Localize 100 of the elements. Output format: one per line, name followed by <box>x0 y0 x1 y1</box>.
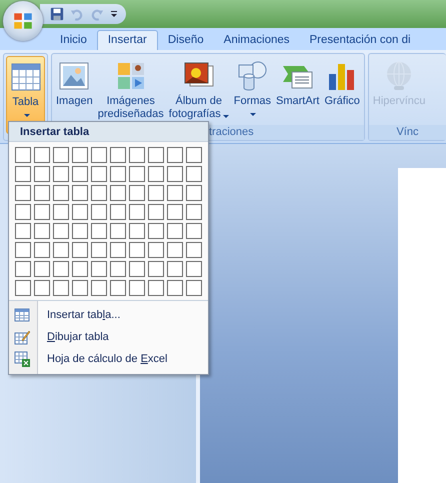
grid-cell[interactable] <box>148 223 164 239</box>
menu-title: Insertar tabla <box>9 122 208 142</box>
grid-cell[interactable] <box>53 223 69 239</box>
grid-cell[interactable] <box>15 204 31 220</box>
grid-cell[interactable] <box>167 280 183 296</box>
grid-cell[interactable] <box>15 242 31 258</box>
grid-cell[interactable] <box>72 280 88 296</box>
grid-cell[interactable] <box>72 204 88 220</box>
grid-cell[interactable] <box>129 280 145 296</box>
menu-item[interactable]: Hoja de cálculo de Excel <box>9 348 208 370</box>
grid-cell[interactable] <box>53 147 69 163</box>
ribbon-button[interactable]: SmartArt <box>274 56 322 111</box>
grid-cell[interactable] <box>186 166 202 182</box>
grid-cell[interactable] <box>186 261 202 277</box>
shapes-icon <box>236 60 268 92</box>
save-icon[interactable] <box>50 7 64 21</box>
grid-cell[interactable] <box>15 185 31 201</box>
grid-cell[interactable] <box>91 242 107 258</box>
grid-cell[interactable] <box>53 166 69 182</box>
ribbon-button[interactable]: Formas <box>232 56 274 121</box>
grid-cell[interactable] <box>129 166 145 182</box>
ribbon-button[interactable]: Imagen <box>54 56 95 111</box>
grid-cell[interactable] <box>110 166 126 182</box>
grid-cell[interactable] <box>167 261 183 277</box>
grid-cell[interactable] <box>110 147 126 163</box>
grid-cell[interactable] <box>72 242 88 258</box>
grid-cell[interactable] <box>34 185 50 201</box>
grid-cell[interactable] <box>129 147 145 163</box>
grid-cell[interactable] <box>53 242 69 258</box>
grid-cell[interactable] <box>72 185 88 201</box>
grid-cell[interactable] <box>148 242 164 258</box>
grid-cell[interactable] <box>148 204 164 220</box>
grid-cell[interactable] <box>91 147 107 163</box>
grid-cell[interactable] <box>148 147 164 163</box>
ribbon-tab[interactable]: Presentación con di <box>300 31 413 50</box>
ribbon-tab[interactable]: Diseño <box>158 31 214 50</box>
grid-cell[interactable] <box>110 223 126 239</box>
grid-cell[interactable] <box>34 242 50 258</box>
pencil-table-icon <box>14 329 30 345</box>
grid-cell[interactable] <box>167 147 183 163</box>
grid-cell[interactable] <box>34 204 50 220</box>
grid-cell[interactable] <box>148 261 164 277</box>
grid-cell[interactable] <box>34 223 50 239</box>
ribbon-button[interactable]: Imágenes prediseñadas <box>96 56 166 124</box>
grid-cell[interactable] <box>91 261 107 277</box>
grid-cell[interactable] <box>186 204 202 220</box>
grid-cell[interactable] <box>148 280 164 296</box>
grid-cell[interactable] <box>91 223 107 239</box>
grid-cell[interactable] <box>72 261 88 277</box>
grid-cell[interactable] <box>34 166 50 182</box>
grid-cell[interactable] <box>129 223 145 239</box>
ribbon-tab[interactable]: Inicio <box>50 31 97 50</box>
grid-cell[interactable] <box>186 147 202 163</box>
grid-cell[interactable] <box>129 242 145 258</box>
ribbon-button[interactable]: Álbum de fotografías <box>166 56 231 124</box>
grid-cell[interactable] <box>110 242 126 258</box>
grid-cell[interactable] <box>167 242 183 258</box>
grid-cell[interactable] <box>91 280 107 296</box>
grid-cell[interactable] <box>53 280 69 296</box>
grid-cell[interactable] <box>110 185 126 201</box>
ribbon-button[interactable]: Gráfico <box>322 56 362 111</box>
grid-cell[interactable] <box>167 223 183 239</box>
grid-cell[interactable] <box>72 166 88 182</box>
grid-cell[interactable] <box>110 280 126 296</box>
grid-cell[interactable] <box>91 185 107 201</box>
grid-cell[interactable] <box>72 147 88 163</box>
grid-cell[interactable] <box>129 204 145 220</box>
grid-cell[interactable] <box>129 185 145 201</box>
grid-cell[interactable] <box>110 204 126 220</box>
grid-cell[interactable] <box>129 261 145 277</box>
grid-cell[interactable] <box>34 147 50 163</box>
grid-cell[interactable] <box>186 280 202 296</box>
grid-cell[interactable] <box>34 261 50 277</box>
grid-cell[interactable] <box>72 223 88 239</box>
grid-cell[interactable] <box>148 185 164 201</box>
grid-cell[interactable] <box>53 185 69 201</box>
grid-cell[interactable] <box>15 147 31 163</box>
grid-cell[interactable] <box>167 166 183 182</box>
ribbon-tab[interactable]: Animaciones <box>214 31 300 50</box>
ribbon-tab[interactable]: Insertar <box>96 30 158 50</box>
grid-cell[interactable] <box>186 242 202 258</box>
grid-cell[interactable] <box>148 166 164 182</box>
grid-cell[interactable] <box>91 204 107 220</box>
grid-cell[interactable] <box>167 204 183 220</box>
grid-cell[interactable] <box>34 280 50 296</box>
menu-item[interactable]: Insertar tabla... <box>9 304 208 326</box>
grid-cell[interactable] <box>91 166 107 182</box>
grid-cell[interactable] <box>15 166 31 182</box>
menu-item[interactable]: Dibujar tabla <box>9 326 208 348</box>
table-icon <box>14 307 30 323</box>
grid-cell[interactable] <box>53 261 69 277</box>
grid-cell[interactable] <box>15 261 31 277</box>
grid-cell[interactable] <box>15 280 31 296</box>
grid-cell[interactable] <box>186 223 202 239</box>
grid-cell[interactable] <box>110 261 126 277</box>
grid-cell[interactable] <box>15 223 31 239</box>
dropdown-icon[interactable] <box>110 10 118 18</box>
grid-cell[interactable] <box>186 185 202 201</box>
grid-cell[interactable] <box>53 204 69 220</box>
grid-cell[interactable] <box>167 185 183 201</box>
